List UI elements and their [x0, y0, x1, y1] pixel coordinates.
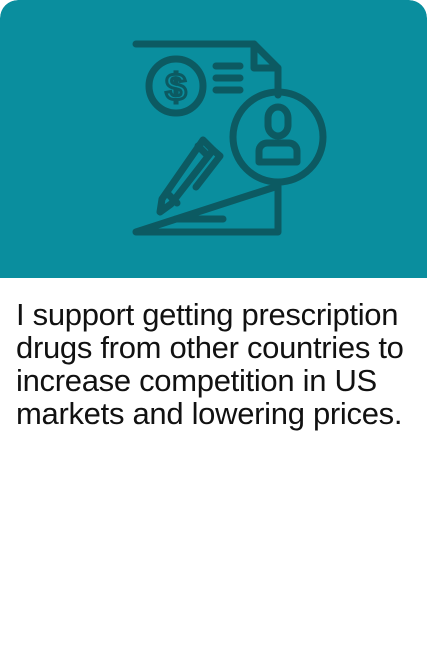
document-outline: [132, 40, 282, 236]
prescription-document-icon: $: [132, 40, 327, 236]
card-hero: $: [0, 0, 427, 278]
person-body: [255, 139, 301, 166]
dollar-sign: $: [165, 67, 186, 109]
pen-icon: [156, 136, 224, 216]
person-head: [264, 103, 292, 140]
support-statement-card[interactable]: $ I support getting prescription drugs f…: [0, 0, 427, 655]
statement-text: I support getting prescription drugs fro…: [16, 297, 404, 431]
